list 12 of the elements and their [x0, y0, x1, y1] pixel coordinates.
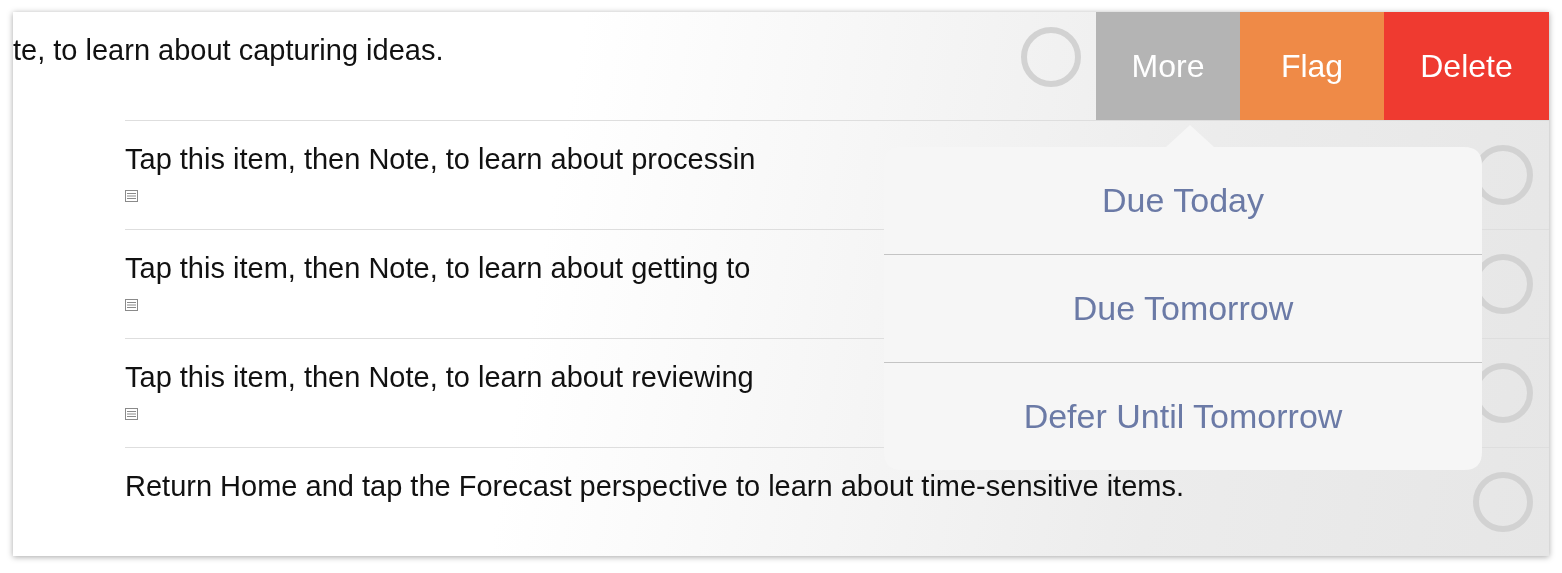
menu-item[interactable]: Due Tomorrow: [884, 255, 1482, 363]
swipe-action-button[interactable]: More: [1096, 12, 1240, 120]
task-title[interactable]: Tap this item, then Note, to learn about reviewing: [125, 361, 754, 394]
menu-item[interactable]: Defer Until Tomorrow: [884, 363, 1482, 470]
swipe-action-button[interactable]: Delete: [1384, 12, 1549, 120]
task-title[interactable]: Tap this item, then Note, to learn about getting to: [125, 252, 751, 285]
checkbox-circle[interactable]: [1021, 27, 1081, 87]
task-title[interactable]: Return Home and tap the Forecast perspective to learn about time-sensitive items.: [125, 470, 1184, 503]
task-title[interactable]: Tap this item, then Note, to learn about processin: [125, 143, 756, 176]
task-title[interactable]: te, to learn about capturing ideas.: [13, 34, 444, 67]
menu-item[interactable]: Due Today: [884, 147, 1482, 255]
swipe-action-button[interactable]: Flag: [1240, 12, 1384, 120]
